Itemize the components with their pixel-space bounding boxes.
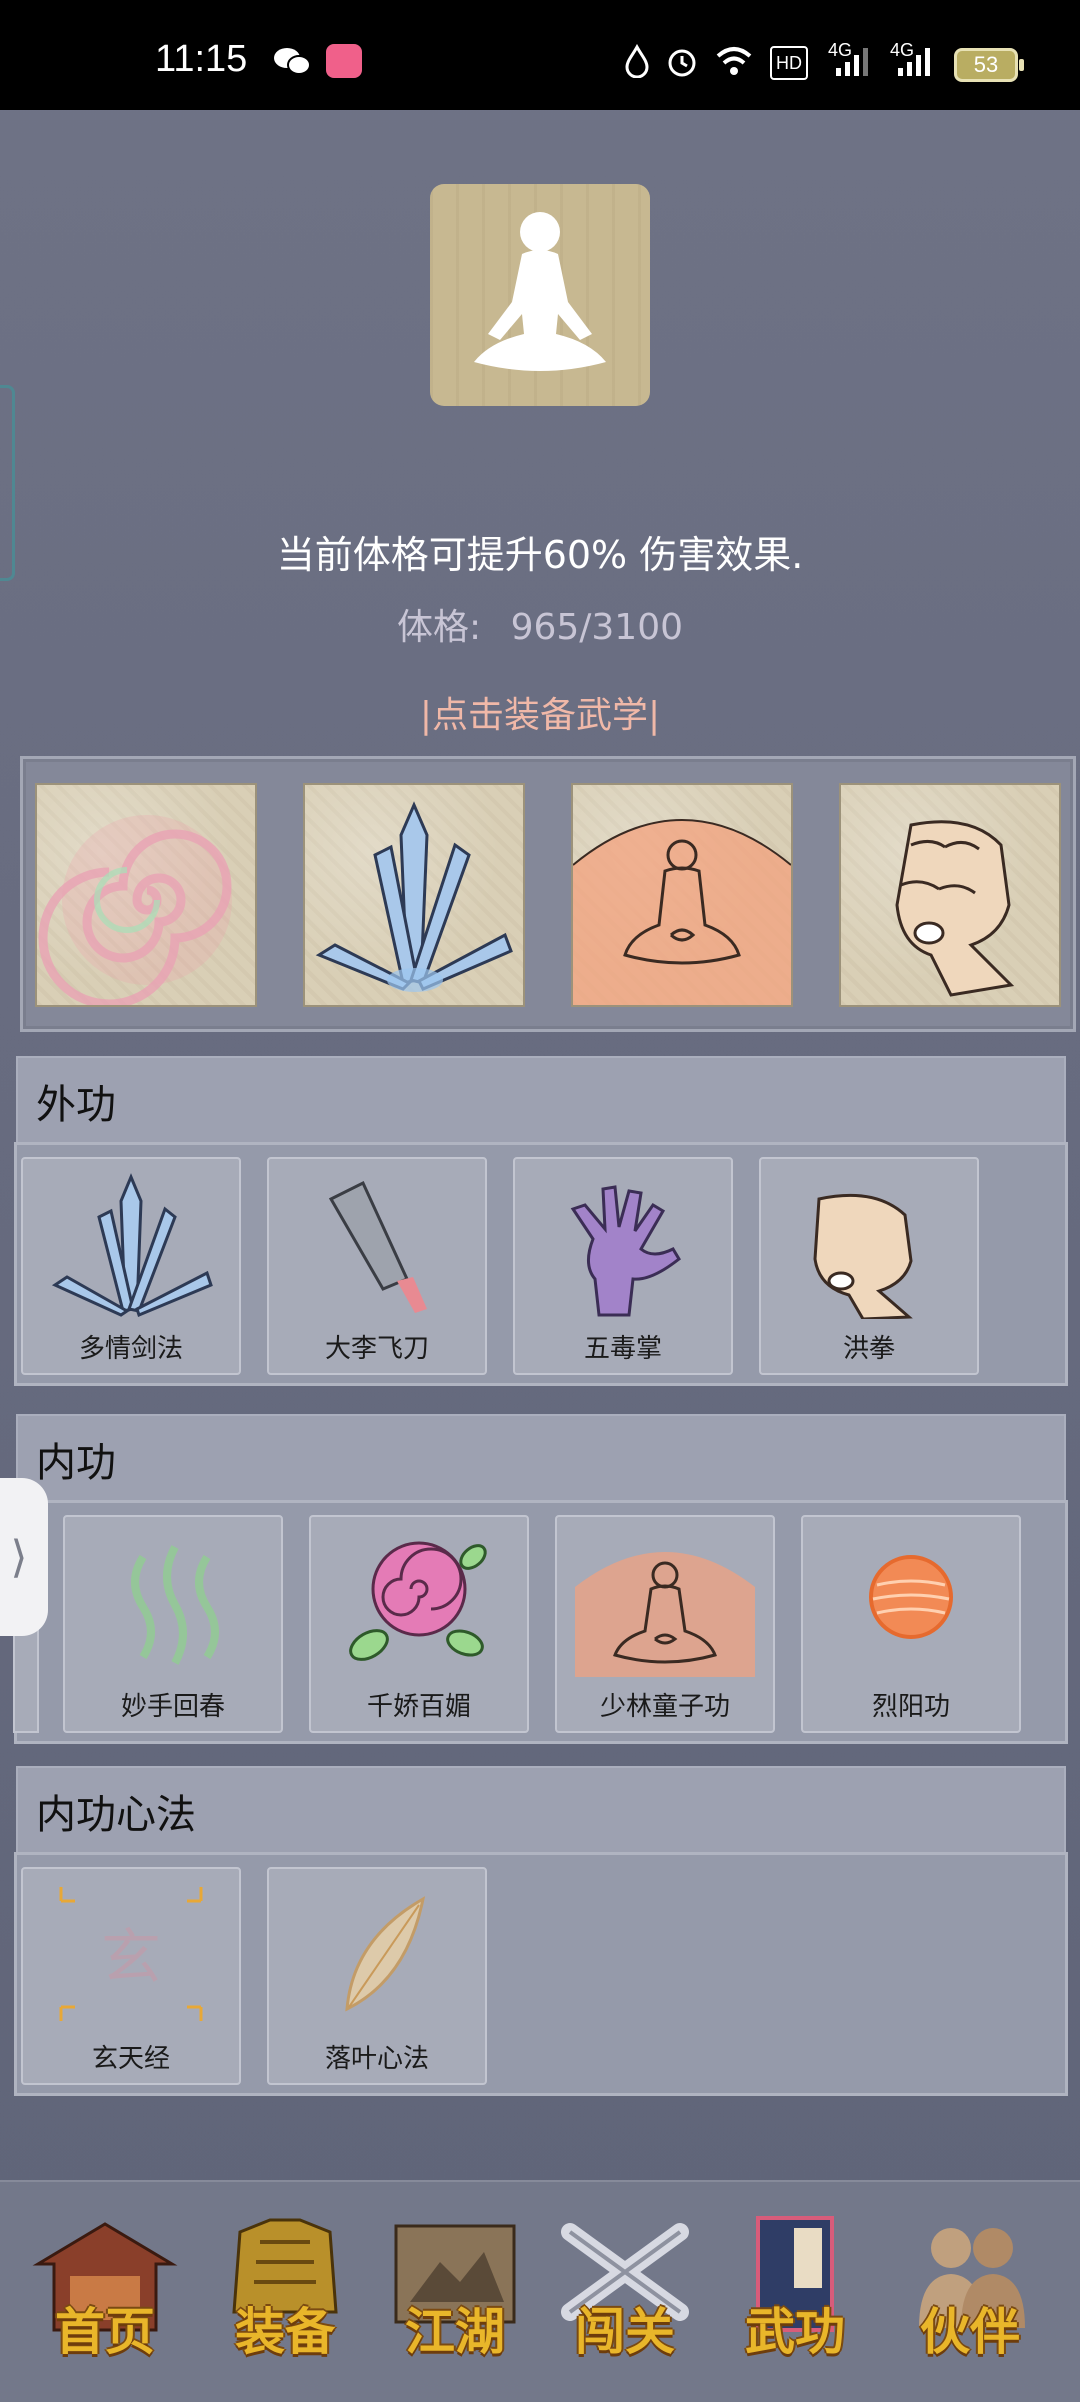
skill-label: 千娇百媚 [366, 1692, 471, 1722]
status-bar: 11:15 HD 4G 4G 53 [0, 0, 1080, 110]
battery-icon: 53 [954, 48, 1024, 82]
leaf-icon [345, 1896, 426, 2012]
section-title-mind: 内功心法 [36, 1792, 196, 1838]
bilibili-icon [326, 44, 362, 78]
fist-icon [813, 1193, 913, 1319]
skill-label: 烈阳功 [871, 1692, 950, 1722]
bonus-description: 当前体格可提升60% 伤害效果. [276, 533, 804, 577]
nav-label: 装备 [235, 2302, 335, 2361]
nav-label: 伙伴 [920, 2302, 1020, 2361]
cleaver-icon [328, 1180, 427, 1313]
sword-fan-icon [315, 801, 513, 992]
xuan-glyph: 玄 [101, 1923, 161, 1993]
physique-stat: 体格: 965/3100 [0, 598, 1080, 650]
meditating-silhouette-icon [474, 212, 606, 371]
side-drawer-handle[interactable]: ⟩ [0, 1478, 48, 1636]
nav-equipment[interactable]: 装备 [210, 2212, 360, 2382]
section-header-inner: 内功 [16, 1414, 1066, 1500]
skill-label: 妙手回春 [120, 1692, 225, 1722]
skill-label: 落叶心法 [324, 2044, 429, 2074]
nav-home[interactable]: 首页 [30, 2212, 180, 2382]
chevron-right-icon: ⟩ [10, 1531, 28, 1583]
wechat-icon [274, 48, 311, 75]
alarm-icon [668, 49, 696, 77]
skill-card[interactable]: 烈阳功 [801, 1515, 1021, 1733]
nav-label: 闯关 [575, 2302, 675, 2361]
skill-label: 五毒掌 [583, 1334, 662, 1364]
section-body-outer: 多情剑法 大李飞刀 五毒掌 洪拳 [14, 1142, 1068, 1386]
meditating-monk-icon [573, 819, 791, 1005]
nav-challenge[interactable]: 闯关 [550, 2212, 700, 2382]
signal-icon [836, 48, 868, 76]
nav-jianghu[interactable]: 江湖 [380, 2212, 530, 2382]
equip-martial-link[interactable]: |点击装备武学| [0, 686, 1080, 738]
sun-orb-icon [869, 1555, 953, 1639]
skill-label: 洪拳 [842, 1334, 895, 1364]
hd-badge: HD [770, 46, 808, 80]
skill-card[interactable]: 少林童子功 [555, 1515, 775, 1733]
wifi-icon [716, 47, 752, 75]
skill-label: 大李飞刀 [324, 1334, 429, 1364]
equipped-slot-1[interactable] [35, 783, 257, 1007]
skill-label: 多情剑法 [78, 1334, 183, 1364]
section-body-mind: 玄 玄天经 落叶心法 [14, 1852, 1068, 2096]
meditating-monk-icon [575, 1552, 755, 1677]
nav-label: 武功 [745, 2302, 845, 2361]
nav-companions[interactable]: 伙伴 [895, 2212, 1045, 2382]
skill-card[interactable]: 洪拳 [759, 1157, 979, 1375]
nav-martial[interactable]: 武功 [720, 2212, 870, 2382]
nav-label: 江湖 [405, 2302, 505, 2361]
equipped-slot-4[interactable] [839, 783, 1061, 1007]
bottom-nav: 首页 装备 江湖 闯关 武功 伙伴 [0, 2180, 1080, 2402]
skill-card[interactable]: 千娇百媚 [309, 1515, 529, 1733]
section-header-outer: 外功 [16, 1056, 1066, 1142]
green-waves-icon [131, 1545, 219, 1665]
section-header-mind: 内功心法 [16, 1766, 1066, 1852]
signal-icon [898, 48, 930, 76]
section-title-inner: 内功 [36, 1440, 116, 1486]
section-title-outer: 外功 [36, 1082, 116, 1128]
skill-label: 少林童子功 [599, 1692, 730, 1722]
physique-value: 965/3100 [510, 607, 684, 648]
fist-icon [895, 820, 1015, 997]
section-body-inner: 妙手回春 千娇百媚 少林童子功 烈阳功 [13, 1500, 1068, 1744]
skill-card[interactable]: 落叶心法 [267, 1867, 487, 2085]
purple-palm-icon [570, 1185, 681, 1317]
skill-label: 玄天经 [91, 2044, 170, 2074]
equipped-slot-2[interactable] [303, 783, 525, 1007]
physique-label: 体格: [396, 607, 482, 648]
rose-icon [349, 1541, 487, 1661]
sword-fan-icon [51, 1173, 213, 1318]
skill-card[interactable]: 五毒掌 [513, 1157, 733, 1375]
skill-card[interactable]: 妙手回春 [63, 1515, 283, 1733]
skill-card[interactable]: 玄 玄天经 [21, 1867, 241, 2085]
equipped-slot-3[interactable] [571, 783, 793, 1007]
skill-card[interactable]: 大李飞刀 [267, 1157, 487, 1375]
skill-card[interactable]: 多情剑法 [21, 1157, 241, 1375]
nav-label: 首页 [55, 2302, 155, 2361]
swirl-icon [38, 815, 232, 1005]
status-time: 11:15 [155, 38, 248, 80]
character-portrait [430, 184, 650, 406]
water-drop-icon [625, 44, 649, 78]
equipped-skills-bar [20, 756, 1076, 1032]
